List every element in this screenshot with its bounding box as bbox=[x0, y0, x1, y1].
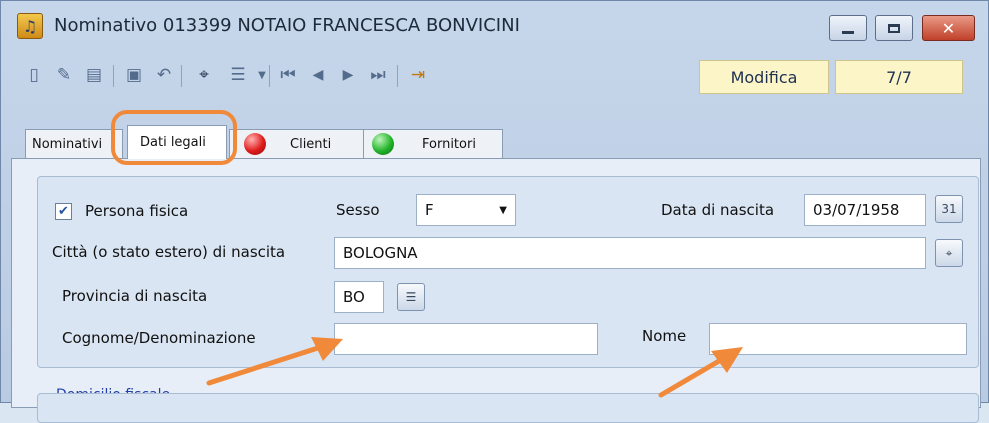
provincia-nascita-label: Provincia di nascita bbox=[62, 287, 208, 305]
undo-icon[interactable]: ↶ bbox=[153, 63, 175, 87]
toolbar-separator bbox=[397, 65, 398, 87]
provincia-nascita-input[interactable]: BO bbox=[334, 281, 384, 313]
tab-label: Clienti bbox=[290, 136, 332, 152]
personal-data-group: ✔ Persona fisica Sesso F ▼ Data di nasci… bbox=[37, 176, 979, 368]
new-document-icon[interactable]: ▯ bbox=[23, 63, 45, 87]
record-position: 7/7 bbox=[835, 60, 963, 94]
dati-legali-panel: ✔ Persona fisica Sesso F ▼ Data di nasci… bbox=[11, 158, 981, 423]
edit-document-icon[interactable]: ✎ bbox=[53, 63, 75, 87]
list-lookup-icon[interactable]: ☰ bbox=[397, 283, 425, 311]
close-icon: ✕ bbox=[941, 18, 956, 38]
application-window: ♫ Nominativo 013399 NOTAIO FRANCESCA BON… bbox=[0, 0, 989, 423]
music-note-icon: ♫ bbox=[17, 13, 43, 39]
mode-indicator: Modifica bbox=[699, 60, 829, 94]
chevron-down-icon: ▼ bbox=[499, 204, 507, 216]
close-button[interactable]: ✕ bbox=[922, 15, 975, 41]
persona-fisica-label: Persona fisica bbox=[85, 202, 189, 220]
previous-record-icon[interactable]: ◀ bbox=[307, 63, 329, 87]
first-record-icon[interactable]: ⏮ bbox=[277, 63, 299, 87]
annotation-arrow-icon bbox=[658, 347, 743, 398]
window-title: Nominativo 013399 NOTAIO FRANCESCA BONVI… bbox=[54, 15, 520, 36]
citta-nascita-input[interactable]: BOLOGNA bbox=[334, 237, 926, 269]
maximize-button[interactable] bbox=[875, 15, 913, 41]
cognome-input[interactable] bbox=[334, 323, 598, 355]
sesso-value: F bbox=[425, 201, 434, 219]
minimize-button[interactable] bbox=[829, 15, 867, 41]
binoculars-icon[interactable]: ⌖ bbox=[193, 63, 215, 87]
sesso-label: Sesso bbox=[336, 201, 380, 219]
checkmark-icon: ✔ bbox=[58, 204, 69, 219]
toolbar-separator bbox=[113, 65, 114, 87]
toolbar-separator bbox=[181, 65, 182, 87]
minimize-icon bbox=[842, 30, 854, 34]
tab-fornitori[interactable]: Fornitori bbox=[363, 129, 503, 159]
binoculars-search-icon[interactable]: ⌖ bbox=[935, 239, 963, 267]
save-icon[interactable]: ▣ bbox=[123, 63, 145, 87]
red-status-icon bbox=[244, 133, 266, 155]
highlight-circle bbox=[111, 110, 237, 165]
tab-nominativi[interactable]: Nominativi bbox=[25, 129, 123, 159]
annotation-arrow-icon bbox=[206, 337, 343, 386]
next-record-icon[interactable]: ▶ bbox=[337, 63, 359, 87]
citta-nascita-label: Città (o stato estero) di nascita bbox=[52, 243, 286, 261]
exit-door-icon[interactable]: ⇥ bbox=[407, 63, 429, 87]
green-status-icon bbox=[372, 133, 394, 155]
maximize-icon bbox=[888, 23, 900, 33]
last-record-icon[interactable]: ⏭ bbox=[367, 63, 389, 87]
document-icon[interactable]: ▤ bbox=[83, 63, 105, 87]
toolbar-separator bbox=[269, 65, 270, 87]
data-nascita-input[interactable]: 03/07/1958 bbox=[804, 194, 926, 226]
sesso-select[interactable]: F ▼ bbox=[416, 194, 516, 226]
persona-fisica-checkbox[interactable]: ✔ bbox=[55, 203, 72, 220]
tab-label: Nominativi bbox=[32, 136, 103, 152]
tab-clienti[interactable]: Clienti bbox=[229, 129, 365, 159]
domicilio-fiscale-group bbox=[37, 393, 979, 423]
calendar-icon[interactable]: 31 bbox=[935, 195, 963, 223]
tab-label: Fornitori bbox=[422, 136, 476, 152]
list-view-icon[interactable]: ☰ bbox=[223, 63, 253, 87]
title-bar: ♫ Nominativo 013399 NOTAIO FRANCESCA BON… bbox=[1, 1, 988, 47]
data-nascita-label: Data di nascita bbox=[661, 201, 775, 219]
